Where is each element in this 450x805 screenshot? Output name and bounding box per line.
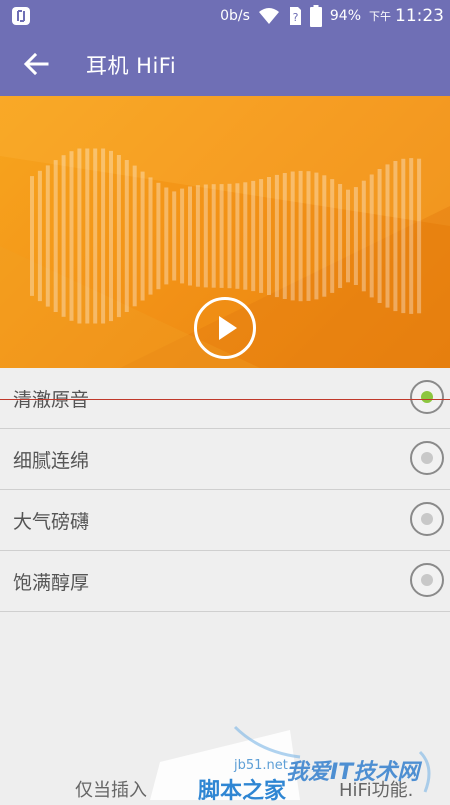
radio-button[interactable] bbox=[410, 441, 444, 475]
radio-dot bbox=[421, 513, 433, 525]
radio-button[interactable] bbox=[410, 563, 444, 597]
battery-percent: 94% bbox=[329, 8, 361, 24]
option-label: 饱满醇厚 bbox=[13, 572, 90, 594]
hifi-banner bbox=[0, 96, 450, 368]
option-label: 细腻连绵 bbox=[13, 450, 90, 472]
svg-text:?: ? bbox=[292, 11, 298, 24]
radio-dot bbox=[421, 391, 433, 403]
option-grand[interactable]: 大气磅礴 bbox=[0, 490, 450, 551]
watermark-brand: 我爱IT技术网 bbox=[286, 760, 420, 785]
arrow-left-icon[interactable] bbox=[20, 48, 52, 80]
play-button[interactable] bbox=[194, 297, 256, 359]
clock: 11:23 bbox=[395, 6, 444, 26]
app-bar: 耳机 HiFi bbox=[0, 32, 450, 96]
watermark: jb51.net 脚本之家 我爱IT技术网 bbox=[150, 722, 450, 804]
watermark-site: jb51.net bbox=[234, 758, 288, 773]
option-label: 大气磅礴 bbox=[13, 511, 90, 533]
radio-button[interactable] bbox=[410, 502, 444, 536]
annotation-line bbox=[0, 399, 450, 400]
sound-effect-list: 清澈原音 细腻连绵 大气磅礴 饱满醇厚 bbox=[0, 368, 450, 612]
sim-card-icon: ? bbox=[289, 7, 301, 25]
option-rich[interactable]: 饱满醇厚 bbox=[0, 551, 450, 612]
status-bar: 0b/s ? 94% 下午 11:23 bbox=[0, 0, 450, 32]
watermark-name: 脚本之家 bbox=[198, 779, 287, 804]
time-period: 下午 bbox=[369, 10, 391, 23]
page-title: 耳机 HiFi bbox=[86, 54, 177, 78]
app-notification-icon bbox=[12, 7, 30, 25]
radio-dot bbox=[421, 574, 433, 586]
play-icon bbox=[219, 316, 237, 340]
battery-icon bbox=[309, 5, 322, 27]
wifi-icon bbox=[258, 8, 279, 24]
network-speed: 0b/s bbox=[220, 8, 250, 24]
radio-dot bbox=[421, 452, 433, 464]
radio-button[interactable] bbox=[410, 380, 444, 414]
footer-note-start: 仅当插入 bbox=[75, 780, 147, 801]
option-delicate[interactable]: 细腻连绵 bbox=[0, 429, 450, 490]
